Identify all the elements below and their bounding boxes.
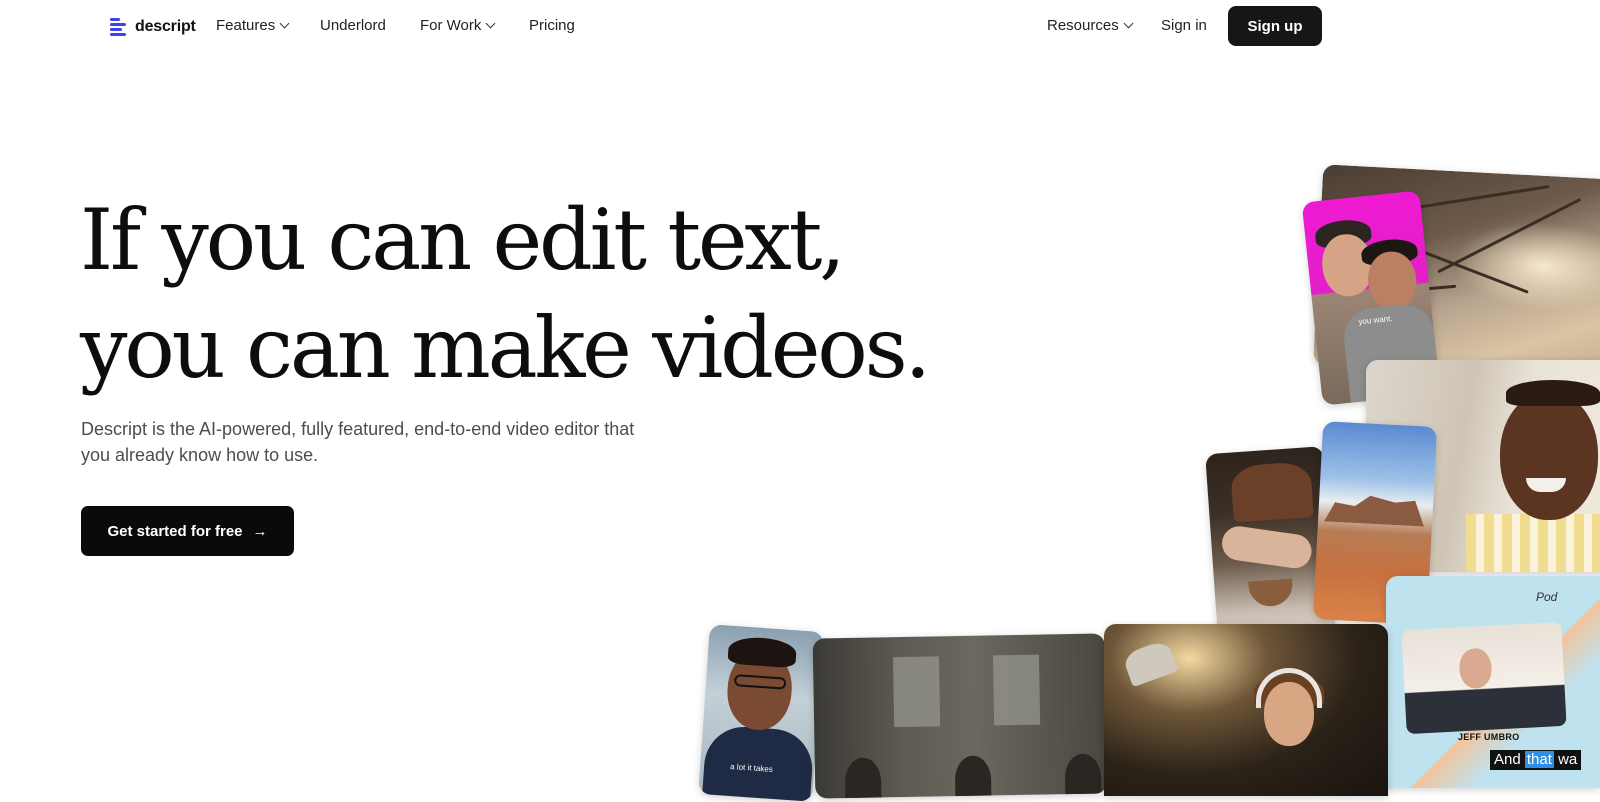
get-started-label: Get started for free xyxy=(107,522,243,540)
chevron-down-icon xyxy=(485,18,496,29)
caption-that: that xyxy=(1524,751,1554,768)
glasses-guy-thumbnail: a lot it takes xyxy=(698,624,824,802)
nav-resources-label: Resources xyxy=(1047,17,1119,34)
nav-for-work[interactable]: For Work xyxy=(420,17,496,34)
nav-pricing-label: Pricing xyxy=(529,17,575,34)
nav-resources[interactable]: Resources xyxy=(1047,17,1134,34)
studio-podcast-thumbnail xyxy=(812,633,1108,799)
chevron-down-icon xyxy=(1123,18,1134,29)
nav-for-work-label: For Work xyxy=(420,17,482,34)
podcast-thumbnail: Pod JEFF UMBRO And that wa xyxy=(1386,576,1600,788)
arrow-right-icon: → xyxy=(252,522,268,540)
get-started-button[interactable]: Get started for free → xyxy=(81,506,294,556)
nav-underlord[interactable]: Underlord xyxy=(320,17,386,34)
podcast-brand: Pod xyxy=(1536,590,1558,604)
hero-subtitle: Descript is the AI-powered, fully featur… xyxy=(81,419,635,465)
nav-underlord-label: Underlord xyxy=(320,17,386,34)
sign-up-button[interactable]: Sign up xyxy=(1228,6,1322,46)
descript-logo-icon xyxy=(110,17,128,37)
headline-line-2: you can make videos. xyxy=(80,299,931,397)
sign-in-label: Sign in xyxy=(1161,17,1207,34)
top-nav: descript Features Underlord For Work Pri… xyxy=(0,0,1600,54)
nav-pricing[interactable]: Pricing xyxy=(529,17,575,34)
caption-wa: wa xyxy=(1558,751,1578,768)
descript-logo[interactable]: descript xyxy=(110,14,196,40)
caption-and: And xyxy=(1494,751,1521,768)
podcast-caption: And that wa xyxy=(1490,750,1582,770)
podcast-host-name: JEFF UMBRO xyxy=(1458,732,1520,742)
nav-features-label: Features xyxy=(216,17,276,34)
hero-headline: If you can edit text, you can make video… xyxy=(80,186,931,402)
nav-features[interactable]: Features xyxy=(216,17,290,34)
logo-text: descript xyxy=(135,18,196,35)
headline-line-1: If you can edit text, xyxy=(80,191,846,289)
sign-in-link[interactable]: Sign in xyxy=(1161,17,1207,34)
chevron-down-icon xyxy=(279,18,290,29)
headphones-woman-thumbnail xyxy=(1104,624,1388,796)
